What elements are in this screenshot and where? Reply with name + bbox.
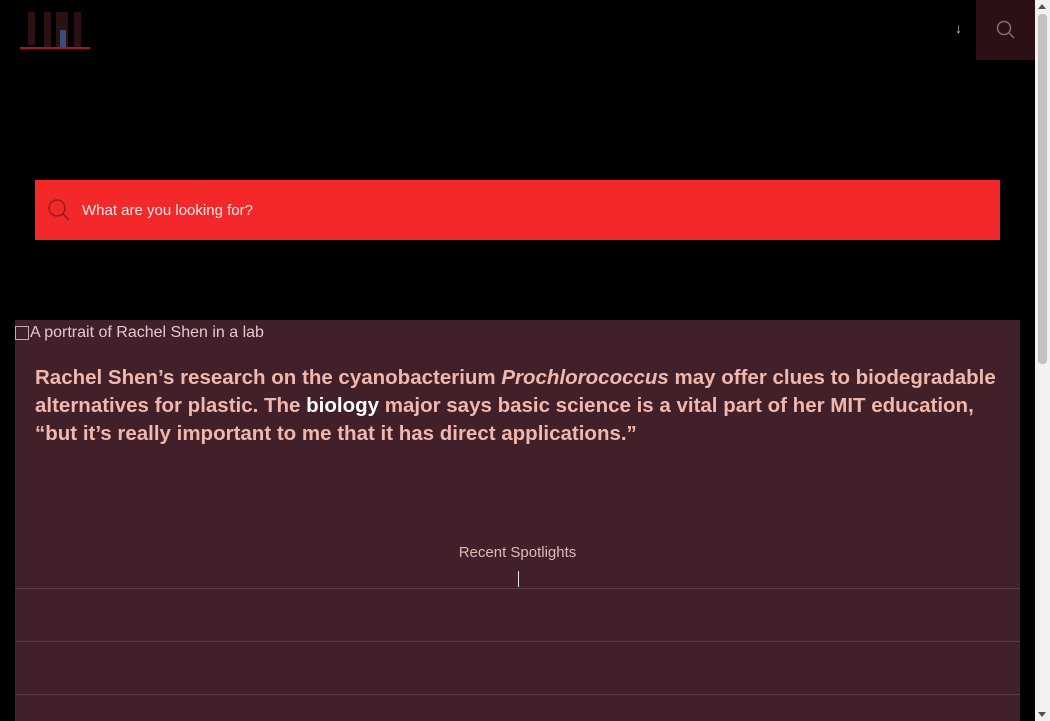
quote-italic: Prochlorococcus bbox=[501, 366, 669, 389]
broken-image-icon bbox=[15, 326, 29, 340]
biology-link[interactable]: biology bbox=[306, 394, 379, 417]
search-bar bbox=[35, 180, 1000, 240]
logo-bar bbox=[74, 12, 81, 49]
logo-underline bbox=[20, 47, 90, 49]
feature-image: A portrait of Rachel Shen in a lab bbox=[15, 324, 264, 342]
scroll-down-icon[interactable] bbox=[1038, 712, 1046, 717]
search-icon bbox=[47, 198, 71, 222]
mit-logo[interactable] bbox=[20, 12, 90, 49]
search-icon bbox=[996, 20, 1015, 39]
scroll-up-icon[interactable] bbox=[1038, 4, 1046, 9]
arrow-down-icon[interactable]: ↓ bbox=[955, 20, 962, 36]
recent-spotlights-heading: Recent Spotlights bbox=[458, 544, 577, 561]
search-input[interactable] bbox=[80, 189, 1000, 231]
feature-quote: Rachel Shen’s research on the cyanobacte… bbox=[35, 364, 1010, 448]
page-scrollbar[interactable] bbox=[1035, 0, 1050, 721]
list-item[interactable] bbox=[15, 694, 1020, 721]
list-item[interactable] bbox=[15, 588, 1020, 641]
header-search-button[interactable] bbox=[976, 0, 1035, 60]
scrollbar-thumb[interactable] bbox=[1038, 14, 1047, 364]
feature-panel: A portrait of Rachel Shen in a lab Rache… bbox=[15, 320, 1020, 721]
logo-bar bbox=[28, 12, 35, 45]
quote-text: Rachel Shen’s research on the cyanobacte… bbox=[35, 366, 502, 389]
divider bbox=[518, 571, 519, 587]
feature-image-alt-text: A portrait of Rachel Shen in a lab bbox=[30, 324, 264, 341]
list-item[interactable] bbox=[15, 641, 1020, 694]
logo-bar bbox=[44, 12, 51, 49]
